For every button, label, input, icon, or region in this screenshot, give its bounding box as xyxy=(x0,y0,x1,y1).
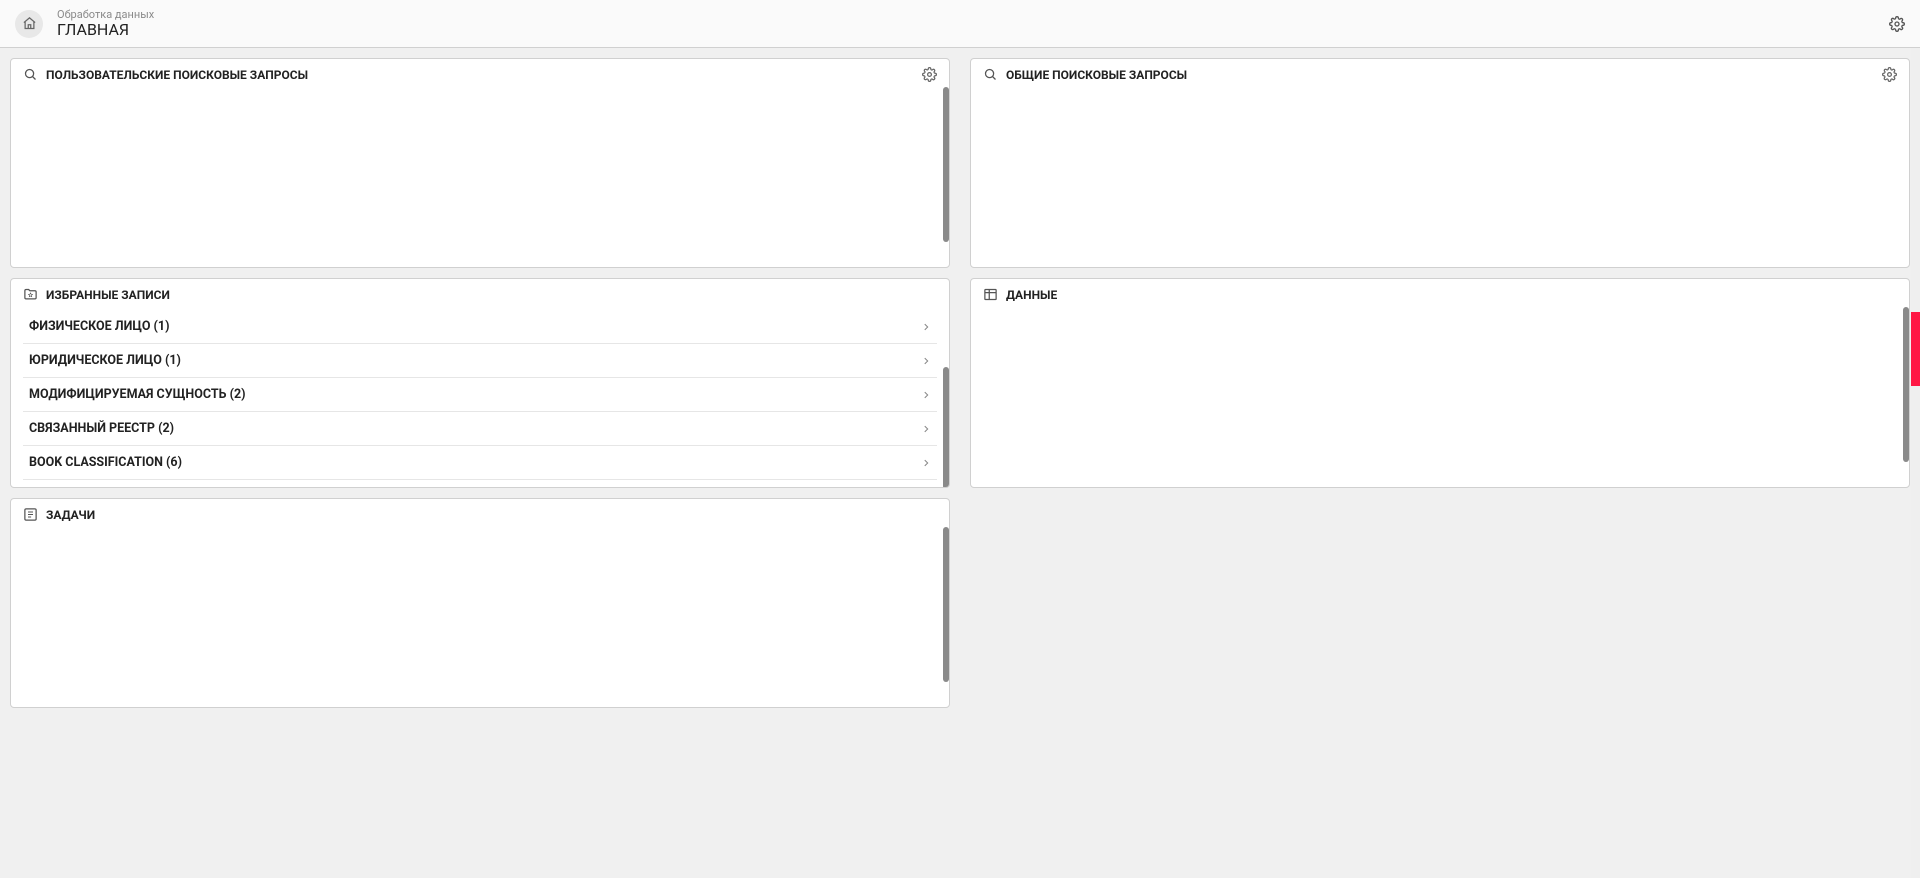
list-item[interactable]: ЮРИДИЧЕСКОЕ ЛИЦО (1) xyxy=(23,344,937,378)
panel-favorites: ИЗБРАННЫЕ ЗАПИСИ ФИЗИЧЕСКОЕ ЛИЦО (1) ЮРИ… xyxy=(10,278,950,488)
chevron-right-icon xyxy=(921,390,931,400)
main-content: ПОЛЬЗОВАТЕЛЬСКИЕ ПОИСКОВЫЕ ЗАПРОСЫ ИЗБРА… xyxy=(0,48,1920,878)
panel-tasks: ЗАДАЧИ xyxy=(10,498,950,708)
list-item-label: СВЯЗАННЫЙ РЕЕСТР (2) xyxy=(29,421,174,436)
chevron-right-icon xyxy=(921,322,931,332)
chevron-right-icon xyxy=(921,458,931,468)
table-icon xyxy=(983,287,998,302)
panel-body xyxy=(971,90,1909,267)
search-icon xyxy=(23,67,38,82)
panel-body xyxy=(11,90,949,267)
panel-title: ЗАДАЧИ xyxy=(46,508,937,522)
panel-body xyxy=(11,530,949,707)
panel-header: ЗАДАЧИ xyxy=(11,499,949,530)
chevron-right-icon xyxy=(921,424,931,434)
home-icon xyxy=(22,16,37,31)
panel-title: ПОЛЬЗОВАТЕЛЬСКИЕ ПОИСКОВЫЕ ЗАПРОСЫ xyxy=(46,68,922,82)
page-scrollbar-track[interactable] xyxy=(1911,48,1920,878)
panel-settings-button[interactable] xyxy=(922,67,937,82)
breadcrumb: Обработка данных xyxy=(57,9,154,21)
panel-common-searches: ОБЩИЕ ПОИСКОВЫЕ ЗАПРОСЫ xyxy=(970,58,1910,268)
left-column: ПОЛЬЗОВАТЕЛЬСКИЕ ПОИСКОВЫЕ ЗАПРОСЫ ИЗБРА… xyxy=(10,58,950,868)
list-item-label: ЮРИДИЧЕСКОЕ ЛИЦО (1) xyxy=(29,353,181,368)
list-item-label: ФИЗИЧЕСКОЕ ЛИЦО (1) xyxy=(29,319,170,334)
checklist-icon xyxy=(23,507,38,522)
panel-title: ИЗБРАННЫЕ ЗАПИСИ xyxy=(46,288,937,302)
panel-header: ПОЛЬЗОВАТЕЛЬСКИЕ ПОИСКОВЫЕ ЗАПРОСЫ xyxy=(11,59,949,90)
header-titles: Обработка данных ГЛАВНАЯ xyxy=(57,9,154,39)
favorites-list: ФИЗИЧЕСКОЕ ЛИЦО (1) ЮРИДИЧЕСКОЕ ЛИЦО (1)… xyxy=(11,310,949,480)
list-item-label: МОДИФИЦИРУЕМАЯ СУЩНОСТЬ (2) xyxy=(29,387,246,402)
panel-data: ДАННЫЕ xyxy=(970,278,1910,488)
scrollbar[interactable] xyxy=(943,527,949,682)
chevron-right-icon xyxy=(921,356,931,366)
panel-body: ФИЗИЧЕСКОЕ ЛИЦО (1) ЮРИДИЧЕСКОЕ ЛИЦО (1)… xyxy=(11,310,949,487)
gear-icon xyxy=(1882,67,1897,82)
home-button[interactable] xyxy=(15,10,43,38)
search-icon xyxy=(983,67,998,82)
settings-button[interactable] xyxy=(1889,16,1905,32)
panel-title: ДАННЫЕ xyxy=(1006,288,1897,302)
panel-header: ДАННЫЕ xyxy=(971,279,1909,310)
scrollbar[interactable] xyxy=(943,87,949,242)
list-item[interactable]: ФИЗИЧЕСКОЕ ЛИЦО (1) xyxy=(23,310,937,344)
panel-body xyxy=(971,310,1909,487)
page-scrollbar-thumb[interactable] xyxy=(1911,312,1920,386)
panel-header: ИЗБРАННЫЕ ЗАПИСИ xyxy=(11,279,949,310)
scrollbar[interactable] xyxy=(943,367,949,488)
page-title: ГЛАВНАЯ xyxy=(57,21,154,39)
panel-title: ОБЩИЕ ПОИСКОВЫЕ ЗАПРОСЫ xyxy=(1006,68,1882,82)
gear-icon xyxy=(1889,16,1905,32)
list-item[interactable]: СВЯЗАННЫЙ РЕЕСТР (2) xyxy=(23,412,937,446)
panel-settings-button[interactable] xyxy=(1882,67,1897,82)
list-item-label: BOOK CLASSIFICATION (6) xyxy=(29,455,182,470)
app-header: Обработка данных ГЛАВНАЯ xyxy=(0,0,1920,48)
right-column: ОБЩИЕ ПОИСКОВЫЕ ЗАПРОСЫ ДАННЫЕ xyxy=(970,58,1910,868)
gear-icon xyxy=(922,67,937,82)
folder-star-icon xyxy=(23,287,38,302)
scrollbar[interactable] xyxy=(1903,307,1909,462)
panel-user-searches: ПОЛЬЗОВАТЕЛЬСКИЕ ПОИСКОВЫЕ ЗАПРОСЫ xyxy=(10,58,950,268)
list-item[interactable]: МОДИФИЦИРУЕМАЯ СУЩНОСТЬ (2) xyxy=(23,378,937,412)
panel-header: ОБЩИЕ ПОИСКОВЫЕ ЗАПРОСЫ xyxy=(971,59,1909,90)
list-item[interactable]: BOOK CLASSIFICATION (6) xyxy=(23,446,937,480)
